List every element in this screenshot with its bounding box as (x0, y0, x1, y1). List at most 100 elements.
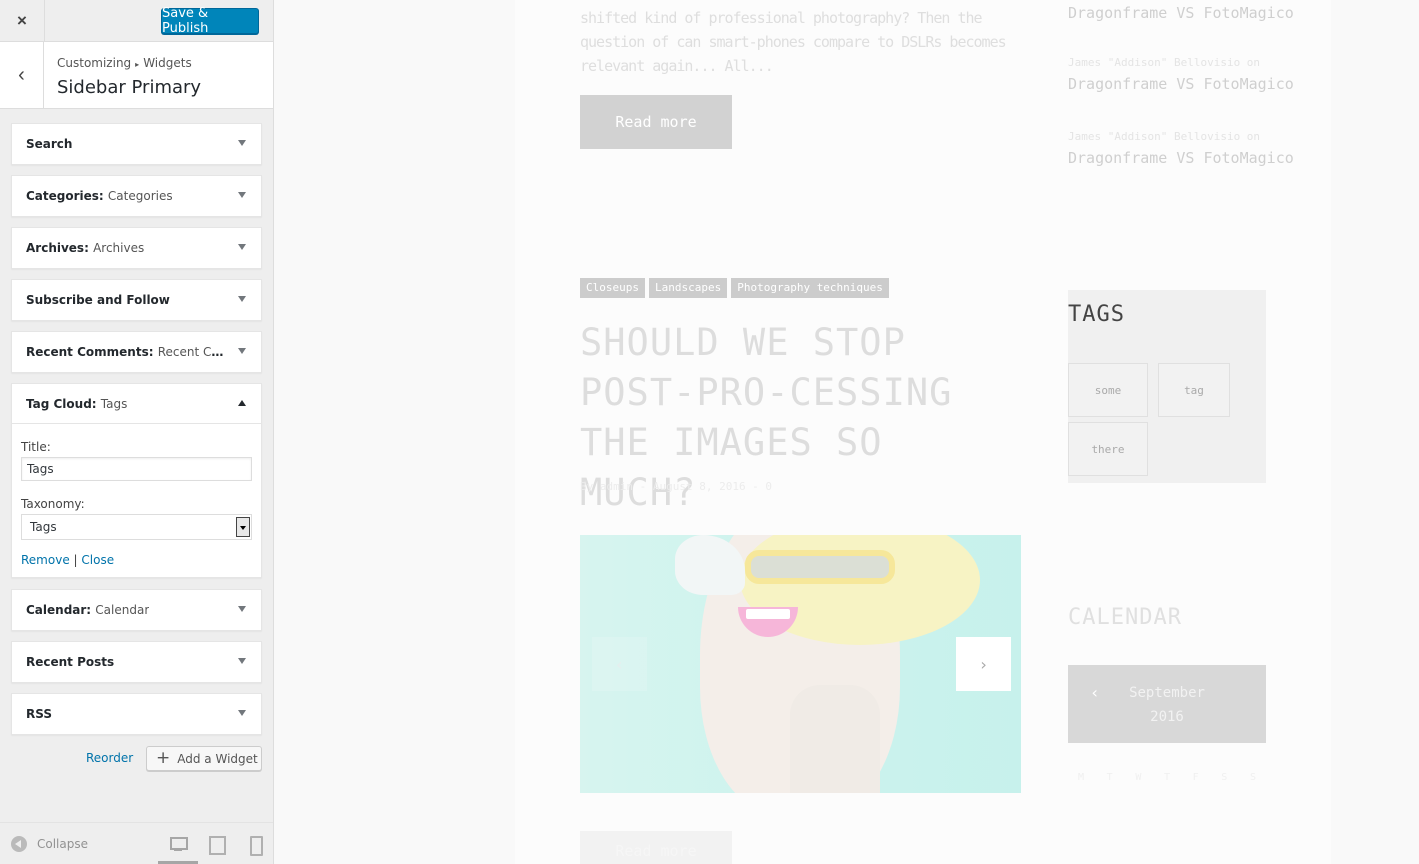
collapse-arrow-icon[interactable] (238, 400, 246, 406)
slider-prev-button[interactable]: ‹ (592, 637, 647, 691)
widget-title: Calendar: Calendar (26, 603, 150, 617)
widget-header[interactable]: Archives: Archives (12, 228, 261, 268)
weekday-label: S (1249, 772, 1256, 783)
collapse-button[interactable]: Collapse (11, 836, 88, 852)
tag-link[interactable]: tag (1158, 363, 1230, 417)
widget-title: Search (26, 137, 73, 151)
widget-header[interactable]: Search (12, 124, 261, 164)
dropdown-arrow-icon[interactable] (236, 517, 250, 537)
expand-arrow-icon[interactable] (238, 244, 246, 250)
widget-calendar[interactable]: Calendar: Calendar (11, 589, 262, 631)
widget-header[interactable]: Calendar: Calendar (12, 590, 261, 630)
taxonomy-label: Taxonomy: (21, 497, 85, 511)
recent-comment-author: James "Addison" Bellovisio on (1068, 56, 1261, 69)
widget-form: Title: Taxonomy: Tags Remove | Close (12, 424, 261, 577)
mobile-preview-icon[interactable] (249, 835, 265, 856)
widget-recent-posts[interactable]: Recent Posts (11, 641, 262, 683)
expand-arrow-icon[interactable] (238, 606, 246, 612)
widget-search[interactable]: Search (11, 123, 262, 165)
calendar-year: 2016 (1150, 709, 1184, 725)
customizer-footer: Collapse (0, 822, 273, 864)
collapse-label: Collapse (37, 837, 88, 851)
weekday-label: T (1163, 772, 1170, 783)
reorder-link[interactable]: Reorder (86, 751, 133, 765)
breadcrumb-root: Customizing (57, 56, 132, 70)
customizer-sidebar: × Save & Publish ‹ Customizing ▸ Widgets S… (0, 0, 274, 864)
back-button[interactable]: ‹ (0, 42, 44, 108)
taxonomy-selected-value: Tags (30, 520, 57, 534)
category-tag[interactable]: Landscapes (648, 278, 728, 298)
breadcrumb-child: Widgets (143, 56, 192, 70)
close-customizer-button[interactable]: × (0, 0, 45, 42)
widget-rss[interactable]: RSS (11, 693, 262, 735)
recent-comment-link[interactable]: Dragonframe VS FotoMagico (1068, 149, 1298, 167)
remove-link[interactable]: Remove (21, 553, 70, 567)
tags-widget: TAGS some tag there (1068, 290, 1266, 483)
add-widget-label: Add a Widget (177, 751, 258, 766)
site-preview[interactable]: shifted kind of professional photography… (274, 0, 1419, 864)
hero-neck-shape (790, 685, 880, 793)
widget-title: Categories: Categories (26, 189, 173, 203)
widget-recent-comments[interactable]: Recent Comments: Recent Com... (11, 331, 262, 373)
category-tag[interactable]: Closeups (580, 278, 645, 298)
widget-controls: Remove | Close (21, 553, 252, 567)
chevron-left-icon: ‹ (18, 63, 25, 86)
weekday-label: W (1135, 772, 1142, 783)
breadcrumb-separator-icon: ▸ (135, 60, 140, 69)
widget-header[interactable]: Subscribe and Follow (12, 280, 261, 320)
widget-header[interactable]: Recent Posts (12, 642, 261, 682)
expand-arrow-icon[interactable] (238, 296, 246, 302)
hero-glasses-shape (745, 550, 895, 584)
widget-title: Archives: Archives (26, 241, 145, 255)
title-label: Title: (21, 440, 51, 454)
expand-arrow-icon[interactable] (238, 192, 246, 198)
widget-header[interactable]: Categories: Categories (12, 176, 261, 216)
taxonomy-select[interactable]: Tags (21, 514, 252, 540)
recent-comment-item: James "Addison" Bellovisio on Dragonfram… (1068, 56, 1298, 93)
recent-comment-link[interactable]: Dragonframe VS FotoMagico (1068, 4, 1298, 22)
expand-arrow-icon[interactable] (238, 348, 246, 354)
desktop-preview-icon[interactable] (170, 835, 188, 853)
weekday-label: M (1078, 772, 1085, 783)
recent-comment-author: James "Addison" Bellovisio on (1068, 130, 1261, 143)
widget-header[interactable]: Tag Cloud: Tags (12, 384, 261, 424)
widget-tag-cloud[interactable]: Tag Cloud: Tags Title: Taxonomy: Tags Re… (11, 383, 262, 578)
expand-arrow-icon[interactable] (238, 658, 246, 664)
close-link[interactable]: Close (81, 553, 114, 567)
tag-link[interactable]: there (1068, 422, 1148, 476)
calendar-month-name: September (1129, 685, 1205, 701)
expand-arrow-icon[interactable] (238, 140, 246, 146)
calendar-weekdays: M T W T F S S (1068, 772, 1266, 783)
widget-header[interactable]: Recent Comments: Recent Com... (12, 332, 261, 372)
recent-comment-item: James "Addison" Bellovisio on Dragonfram… (1068, 130, 1298, 167)
weekday-label: T (1106, 772, 1113, 783)
slider-next-button[interactable]: › (956, 637, 1011, 691)
controls-separator: | (73, 553, 78, 567)
widget-subscribe-follow[interactable]: Subscribe and Follow (11, 279, 262, 321)
expand-arrow-icon[interactable] (238, 710, 246, 716)
widget-header[interactable]: RSS (12, 694, 261, 734)
tag-link[interactable]: some (1068, 363, 1148, 417)
category-tag[interactable]: Photography techniques (731, 278, 889, 298)
widget-archives[interactable]: Archives: Archives (11, 227, 262, 269)
recent-comment-link[interactable]: Dragonframe VS FotoMagico (1068, 75, 1298, 93)
widget-title: Subscribe and Follow (26, 293, 170, 307)
post-excerpt: shifted kind of professional photography… (580, 9, 1007, 75)
panel-header: ‹ Customizing ▸ Widgets Sidebar Primary (0, 42, 273, 109)
widget-title: Recent Comments: Recent Com... (26, 345, 226, 359)
close-icon: × (17, 11, 27, 30)
chevron-right-icon: › (978, 654, 989, 674)
weekday-label: F (1192, 772, 1199, 783)
add-widget-button[interactable]: + Add a Widget (146, 746, 262, 771)
widget-title: RSS (26, 707, 52, 721)
save-publish-button[interactable]: Save & Publish (161, 6, 259, 36)
calendar-header: ‹ September 2016 (1068, 665, 1266, 743)
panel-title: Sidebar Primary (57, 77, 202, 98)
read-more-button[interactable]: Read more (580, 831, 732, 864)
title-input[interactable] (21, 457, 252, 481)
widget-categories[interactable]: Categories: Categories (11, 175, 262, 217)
read-more-button[interactable]: Read more (580, 95, 732, 149)
calendar-month: September 2016 (1068, 681, 1266, 729)
tags-widget-title: TAGS (1068, 302, 1125, 327)
tablet-preview-icon[interactable] (209, 835, 226, 855)
